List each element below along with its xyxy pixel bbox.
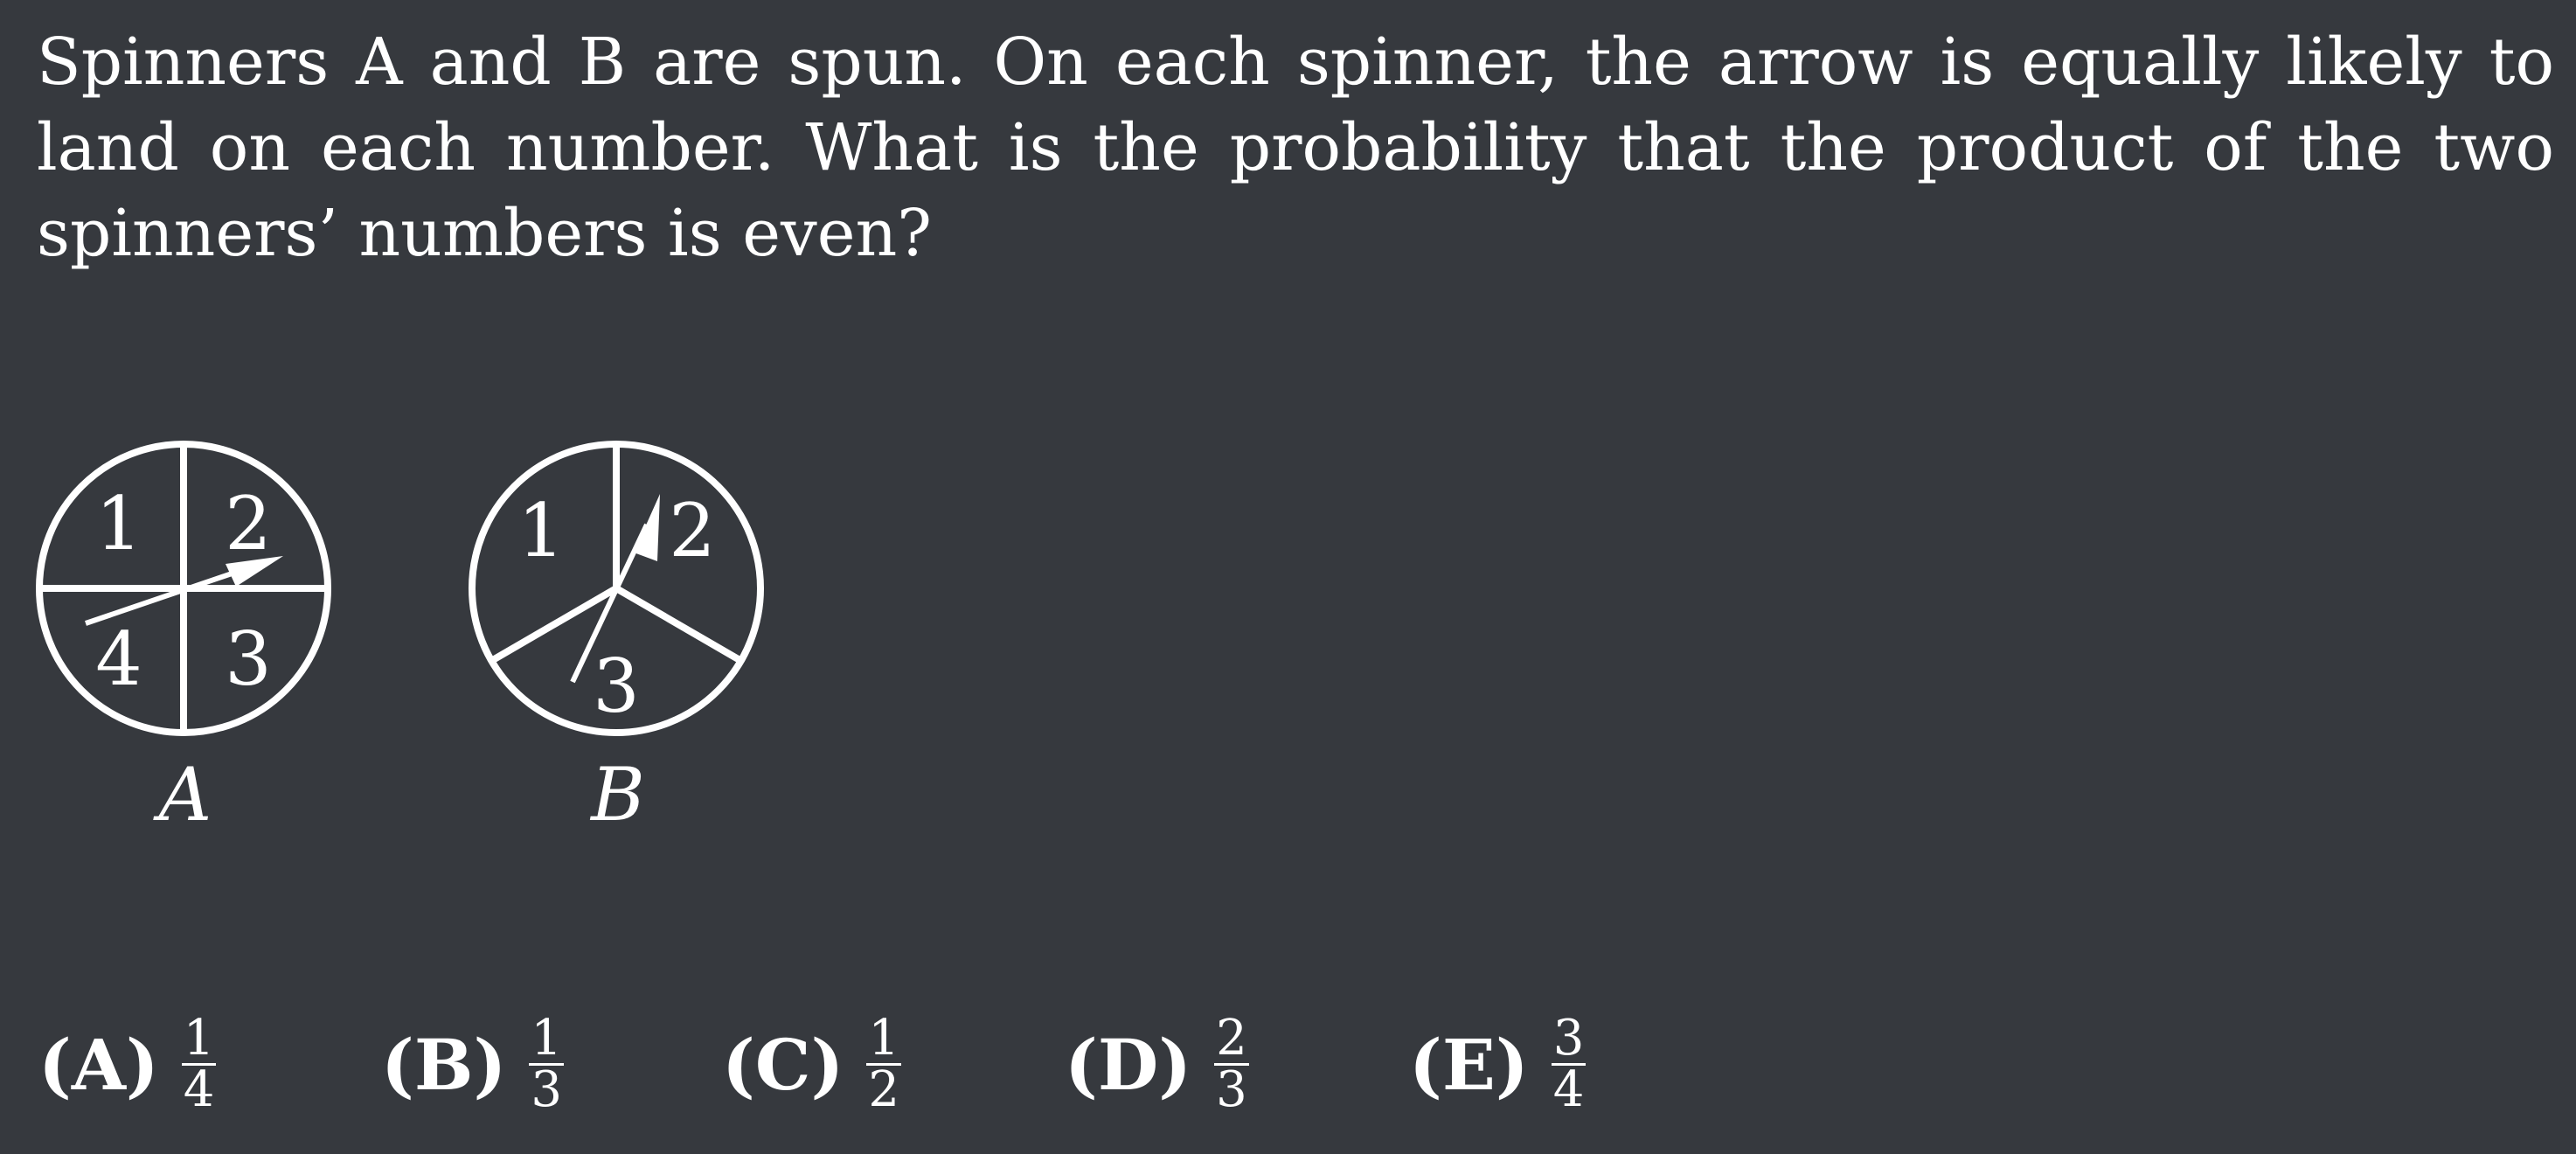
- choice-b-numerator: 1: [529, 1010, 564, 1067]
- spinners-diagram: 1 2 3 4 A 1 2 3 B: [36, 441, 764, 838]
- spinner-a: [36, 441, 331, 736]
- spinner-a-label: A: [153, 752, 212, 838]
- spinner-b-arrowhead: [634, 494, 660, 561]
- choice-d-denominator: 3: [1216, 1061, 1247, 1118]
- choice-a-numerator: 1: [181, 1010, 217, 1067]
- choice-e-fraction: 3 4: [1551, 1010, 1587, 1118]
- choice-e-numerator: 3: [1551, 1010, 1587, 1067]
- spinner-a-arrow-shaft: [85, 567, 246, 626]
- spinner-b-section-2: 2: [669, 488, 715, 574]
- choice-c-letter: (C): [722, 1023, 844, 1106]
- choice-a-denominator: 4: [183, 1061, 215, 1118]
- spinner-a-section-4: 4: [95, 616, 142, 702]
- choice-e[interactable]: (E) 3 4: [1409, 1010, 1587, 1118]
- choice-d[interactable]: (D) 2 3: [1065, 1010, 1249, 1118]
- spinner-b-label: B: [589, 752, 645, 838]
- choice-c-denominator: 2: [868, 1061, 900, 1118]
- spinner-a-section-2: 2: [225, 481, 271, 567]
- spinner-a-section-3: 3: [225, 616, 271, 702]
- choice-d-letter: (D): [1065, 1023, 1192, 1106]
- spinner-b-section-3: 3: [593, 643, 639, 729]
- choice-a[interactable]: (A) 1 4: [38, 1010, 217, 1118]
- spinner-b-section-1: 1: [517, 488, 564, 574]
- choice-d-numerator: 2: [1214, 1010, 1249, 1067]
- choice-c-fraction: 1 2: [866, 1010, 902, 1118]
- choice-b[interactable]: (B) 1 3: [381, 1010, 564, 1118]
- spinner-a-section-1: 1: [95, 481, 142, 567]
- choice-e-letter: (E): [1409, 1023, 1529, 1106]
- choice-e-denominator: 4: [1552, 1061, 1585, 1118]
- choice-c[interactable]: (C) 1 2: [722, 1010, 902, 1118]
- choice-b-fraction: 1 3: [529, 1010, 564, 1118]
- choice-a-fraction: 1 4: [181, 1010, 217, 1118]
- choice-b-denominator: 3: [531, 1061, 562, 1118]
- choice-b-letter: (B): [381, 1023, 507, 1106]
- choice-d-fraction: 2 3: [1214, 1010, 1249, 1118]
- choice-c-numerator: 1: [866, 1010, 902, 1067]
- choice-a-letter: (A): [38, 1023, 159, 1106]
